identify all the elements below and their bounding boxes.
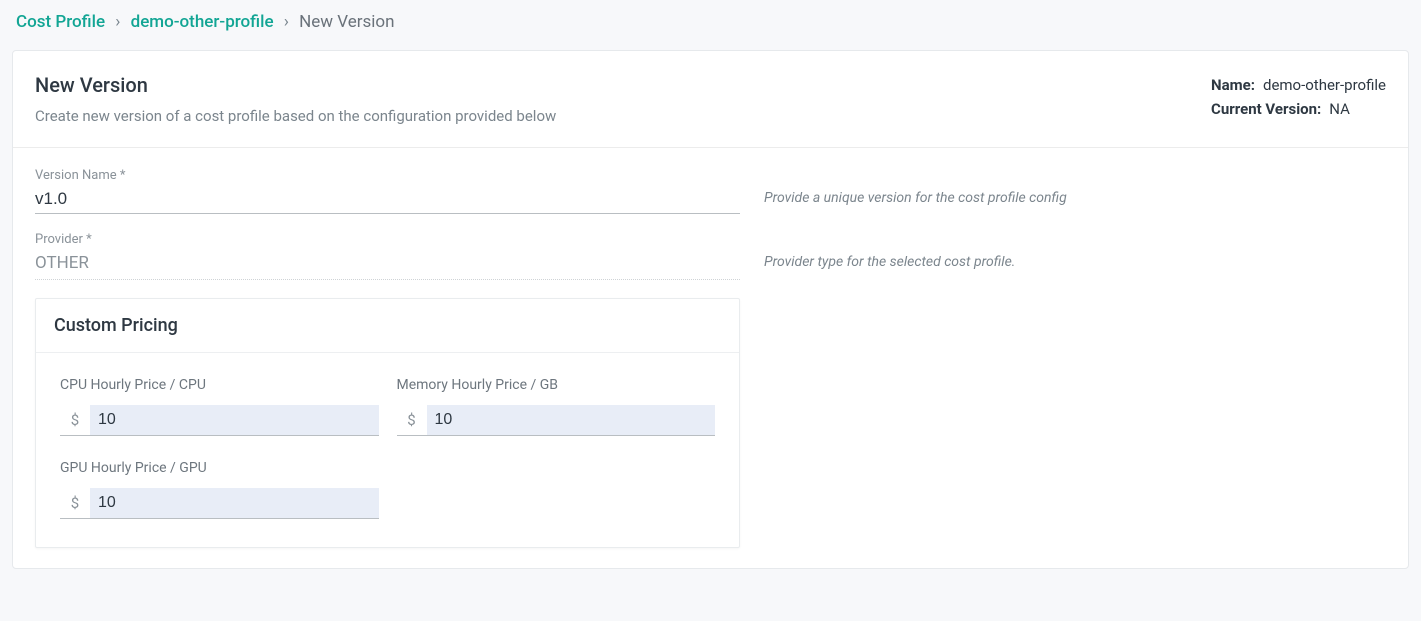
breadcrumb-separator: › xyxy=(115,12,120,32)
version-name-input[interactable] xyxy=(35,185,740,214)
gpu-price-label: GPU Hourly Price / GPU xyxy=(60,460,379,476)
page-subtitle: Create new version of a cost profile bas… xyxy=(35,107,556,125)
gpu-price-field: GPU Hourly Price / GPU $ xyxy=(60,460,379,519)
memory-price-input[interactable] xyxy=(427,405,716,435)
meta-current-version-key: Current Version: xyxy=(1211,97,1321,121)
custom-pricing-title: Custom Pricing xyxy=(36,299,739,353)
meta-name-key: Name: xyxy=(1211,73,1255,97)
profile-meta: Name: demo-other-profile Current Version… xyxy=(1211,73,1386,121)
breadcrumb-profile-link[interactable]: demo-other-profile xyxy=(131,12,274,32)
breadcrumb-root-link[interactable]: Cost Profile xyxy=(16,12,105,32)
cpu-price-input[interactable] xyxy=(90,405,379,435)
provider-label: Provider * xyxy=(35,232,740,247)
breadcrumb-separator: › xyxy=(284,12,289,32)
version-name-label: Version Name * xyxy=(35,168,740,183)
currency-symbol: $ xyxy=(60,405,90,435)
meta-current-version-value: NA xyxy=(1329,97,1350,121)
provider-field: Provider * OTHER xyxy=(35,232,740,280)
custom-pricing-panel: Custom Pricing CPU Hourly Price / CPU $ xyxy=(35,298,740,548)
provider-value: OTHER xyxy=(35,249,740,280)
currency-symbol: $ xyxy=(60,488,90,518)
memory-price-label: Memory Hourly Price / GB xyxy=(397,377,716,393)
new-version-card: New Version Create new version of a cost… xyxy=(12,50,1409,569)
breadcrumb-current: New Version xyxy=(299,12,394,32)
card-header: New Version Create new version of a cost… xyxy=(13,51,1408,148)
currency-symbol: $ xyxy=(397,405,427,435)
gpu-price-input[interactable] xyxy=(90,488,379,518)
meta-name-value: demo-other-profile xyxy=(1263,73,1386,97)
version-name-field: Version Name * xyxy=(35,168,740,214)
breadcrumb: Cost Profile › demo-other-profile › New … xyxy=(16,12,1409,32)
cpu-price-field: CPU Hourly Price / CPU $ xyxy=(60,377,379,436)
provider-help: Provider type for the selected cost prof… xyxy=(764,232,1386,270)
version-name-help: Provide a unique version for the cost pr… xyxy=(764,168,1386,206)
cpu-price-label: CPU Hourly Price / CPU xyxy=(60,377,379,393)
memory-price-field: Memory Hourly Price / GB $ xyxy=(397,377,716,436)
page-title: New Version xyxy=(35,73,556,97)
